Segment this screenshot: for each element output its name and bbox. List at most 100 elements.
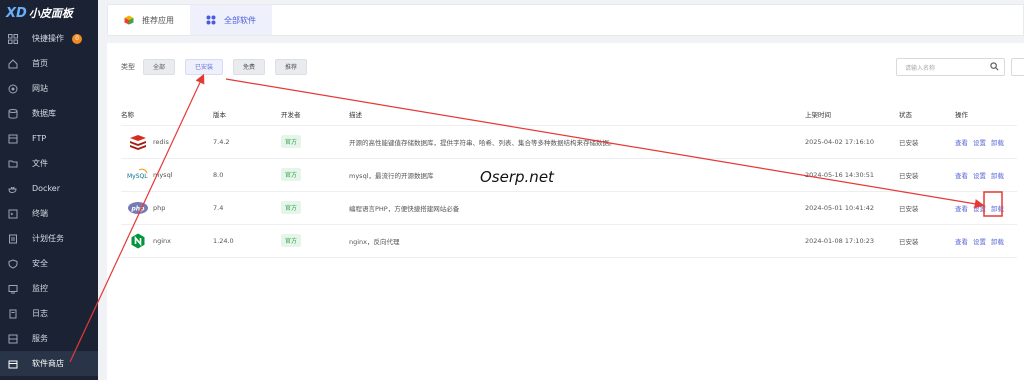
app-version: 1.24.0 [213,224,281,258]
notification-badge: 0 [72,33,82,44]
sidebar-item-security[interactable]: 安全 [0,251,98,276]
sidebar-item-monitor[interactable]: 监控 [0,276,98,301]
settings-link[interactable]: 设置 [973,238,986,246]
folder-icon [7,158,18,169]
sidebar-item-label: 安全 [32,259,48,268]
sidebar-item-label: 日志 [32,309,48,318]
filter-free-button[interactable]: 免费 [233,59,266,75]
filter-installed-button[interactable]: 已安装 [185,59,224,75]
sidebar-item-files[interactable]: 文件 [0,151,98,176]
table-header: 名称 版本 开发者 描述 上架时间 状态 操作 [121,103,1017,126]
refresh-button[interactable] [1011,58,1024,76]
sidebar-item-label: 服务 [32,334,48,343]
search-placeholder: 请输入名称 [905,64,936,72]
view-link[interactable]: 查看 [955,172,968,180]
redis-logo [127,133,149,151]
view-link[interactable]: 查看 [955,205,968,213]
cube-icon [124,15,134,25]
ftp-icon [7,133,18,144]
logo-mark: XD [6,5,27,21]
app-description: 编程语言PHP，方便快捷搭建网站必备 [349,191,805,225]
app-status: 已安装 [899,158,955,192]
settings-link[interactable]: 设置 [973,205,986,213]
tab-label: 推荐应用 [142,15,174,25]
shield-icon [7,258,18,269]
table-row: redis 7.4.2 官方 开源的高性能键值存储数据库，提供字符串、哈希、列表… [121,125,1017,159]
task-icon [7,233,18,244]
app-logo[interactable]: XD 小皮面板 [0,0,98,26]
view-link[interactable]: 查看 [955,139,968,147]
search-input[interactable]: 请输入名称 [896,58,1005,76]
app-name: redis [153,137,169,146]
app-date: 2024-05-16 14:30:51 [805,158,899,192]
col-version: 版本 [213,103,281,126]
software-table: 名称 版本 开发者 描述 上架时间 状态 操作 redis 7.4.2 官方 开… [121,103,1017,258]
sidebar-item-scheduled-tasks[interactable]: 计划任务 [0,226,98,251]
uninstall-link[interactable]: 卸载 [991,139,1004,147]
sidebar-item-ftp[interactable]: FTP [0,126,98,151]
mysql-logo: MySQL [127,166,149,184]
app-description: mysql，最流行的开源数据库 [349,158,805,192]
filter-all-button[interactable]: 全部 [143,59,176,75]
app-root: XD 小皮面板 快捷操作 0 首页 网站 数据库 FTP 文件 Docker 终… [0,0,1024,380]
sidebar-item-label: 快捷操作 [32,34,64,43]
sidebar-item-database[interactable]: 数据库 [0,101,98,126]
col-status: 状态 [899,103,955,126]
sidebar-item-label: 监控 [32,284,48,293]
home-icon [7,58,18,69]
sidebar-item-label: 软件商店 [32,359,64,368]
store-icon [7,358,18,369]
terminal-icon [7,208,18,219]
table-row: MySQL mysql 8.0 官方 mysql，最流行的开源数据库 2024-… [121,158,1017,192]
app-date: 2024-01-08 17:10:23 [805,224,899,258]
php-logo: php [127,199,149,217]
filter-recommended-button[interactable]: 推荐 [275,59,308,75]
sidebar-item-software-store[interactable]: 软件商店 [0,351,98,376]
tab-label: 全部软件 [224,15,256,25]
uninstall-link[interactable]: 卸载 [991,205,1004,213]
app-description: 开源的高性能键值存储数据库，提供字符串、哈希、列表、集合等多种数据结构来存储数据… [349,125,805,159]
sidebar-item-home[interactable]: 首页 [0,51,98,76]
type-filter: 类型 全部 已安装 免费 推荐 [121,59,317,75]
sidebar-item-docker[interactable]: Docker [0,176,98,201]
sidebar-item-label: 网站 [32,84,48,93]
sidebar-item-label: Docker [32,184,61,193]
sidebar-item-label: 数据库 [32,109,56,118]
watermark: Oserp.net [480,168,554,186]
settings-link[interactable]: 设置 [973,139,986,147]
svg-text:php: php [131,205,146,212]
tab-recommended-apps[interactable]: 推荐应用 [108,5,190,35]
view-link[interactable]: 查看 [955,238,968,246]
nginx-logo [127,232,149,250]
uninstall-link[interactable]: 卸载 [991,238,1004,246]
grid-icon [7,33,18,44]
sidebar-item-label: 终端 [32,209,48,218]
svg-text:MySQL: MySQL [127,173,148,180]
sidebar-item-quick-actions[interactable]: 快捷操作 0 [0,26,98,51]
col-developer: 开发者 [281,103,349,126]
apps-icon [206,15,216,25]
app-version: 7.4 [213,191,281,225]
logo-text: 小皮面板 [28,7,73,20]
sidebar-item-website[interactable]: 网站 [0,76,98,101]
settings-link[interactable]: 设置 [973,172,986,180]
sidebar-item-logs[interactable]: 日志 [0,301,98,326]
app-name: nginx [153,236,172,245]
uninstall-link[interactable]: 卸载 [991,172,1004,180]
app-status: 已安装 [899,224,955,258]
developer-tag: 官方 [281,201,302,214]
sidebar-item-label: 首页 [32,59,48,68]
app-version: 7.4.2 [213,125,281,159]
sidebar-item-services[interactable]: 服务 [0,326,98,351]
sidebar-nav: 快捷操作 0 首页 网站 数据库 FTP 文件 Docker 终端 计划任务 安… [0,26,98,376]
tab-all-software[interactable]: 全部软件 [190,5,272,35]
app-status: 已安装 [899,125,955,159]
developer-tag: 官方 [281,135,302,148]
search-icon[interactable] [990,62,999,73]
col-description: 描述 [349,103,805,126]
sidebar-item-terminal[interactable]: 终端 [0,201,98,226]
globe-icon [7,83,18,94]
app-name: php [153,203,166,212]
sidebar-item-label: 计划任务 [32,234,64,243]
app-version: 8.0 [213,158,281,192]
